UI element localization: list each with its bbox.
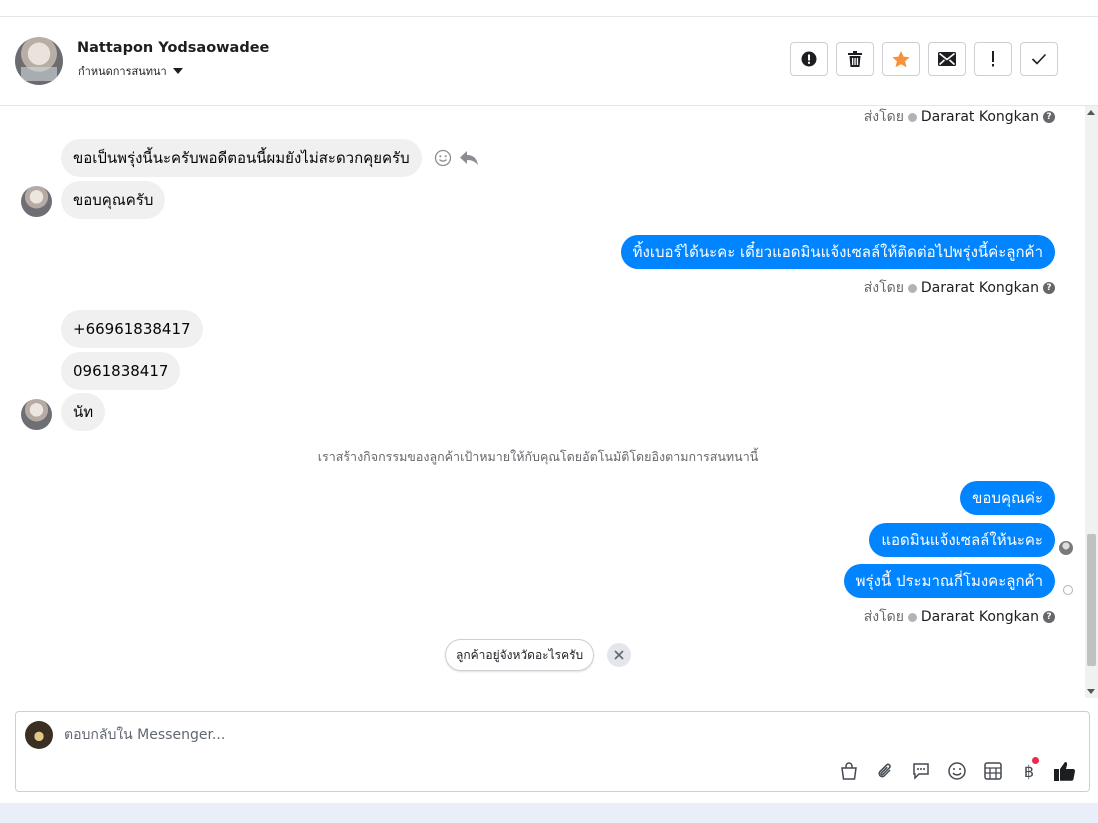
paperclip-icon[interactable] <box>873 759 897 783</box>
read-receipt-avatar <box>1059 541 1073 555</box>
envelope-icon <box>938 52 956 66</box>
reply-composer: ฿ <box>15 711 1090 792</box>
baht-icon[interactable]: ฿ <box>1017 757 1041 783</box>
sent-by-label: ส่งโดย Dararat Kongkan ? <box>864 106 1055 128</box>
message-actions <box>434 149 478 167</box>
dismiss-suggestion-button[interactable] <box>607 643 631 667</box>
emoji-icon[interactable] <box>945 759 969 783</box>
scrollbar-thumb[interactable] <box>1087 534 1096 666</box>
table-icon[interactable] <box>981 759 1005 783</box>
exclamation-icon <box>992 51 994 67</box>
contact-avatar[interactable] <box>15 37 63 85</box>
trash-icon <box>848 51 862 67</box>
assign-conversation-dropdown[interactable]: กำหนดการสนทนา <box>78 62 183 80</box>
agent-name: Dararat Kongkan <box>920 609 1039 625</box>
incoming-message[interactable]: ขอบคุณครับ <box>61 181 166 219</box>
sent-check-icon <box>907 612 917 622</box>
alert-circle-icon <box>801 51 817 67</box>
notification-dot <box>1032 757 1039 764</box>
emoji-react-icon[interactable] <box>434 149 452 167</box>
outgoing-message[interactable]: ทิ้งเบอร์ได้นะคะ เดี๋ยวแอดมินแจ้งเซลล์ให… <box>620 235 1055 269</box>
delivered-check-icon <box>1063 585 1073 595</box>
page-footer-band <box>0 803 1098 823</box>
assign-conversation-label: กำหนดการสนทนา <box>78 65 167 78</box>
contact-avatar-small <box>21 399 52 430</box>
mark-unread-button[interactable] <box>928 42 966 76</box>
suggested-reply-chip[interactable]: ลูกค้าอยู่จังหวัดอะไรครับ <box>445 639 595 671</box>
page-avatar <box>25 721 53 749</box>
done-button[interactable] <box>1020 42 1058 76</box>
outgoing-message[interactable]: พรุ่งนี้ ประมาณกี่โมงคะลูกค้า <box>843 564 1055 598</box>
help-icon[interactable]: ? <box>1043 282 1055 294</box>
help-icon[interactable]: ? <box>1043 111 1055 123</box>
shopping-bag-icon[interactable] <box>837 759 861 783</box>
contact-avatar-small <box>21 186 52 217</box>
header-toolbar <box>790 42 1058 76</box>
sent-check-icon <box>907 283 917 293</box>
outgoing-message[interactable]: แอดมินแจ้งเซลล์ให้นะคะ <box>869 523 1055 557</box>
sent-check-icon <box>907 112 917 122</box>
close-icon <box>614 650 624 660</box>
outgoing-message[interactable]: ขอบคุณค่ะ <box>960 481 1055 515</box>
incoming-message[interactable]: นัท <box>61 393 106 431</box>
system-notice: เราสร้างกิจกรรมของลูกค้าเป้าหมายให้กับคุ… <box>317 449 759 464</box>
conversation-header: Nattapon Yodsaowadee กำหนดการสนทนา <box>0 17 1098 106</box>
saved-reply-icon[interactable] <box>909 759 933 783</box>
follow-up-button[interactable] <box>974 42 1012 76</box>
checkmark-icon <box>1031 53 1047 65</box>
spam-button[interactable] <box>790 42 828 76</box>
sent-by-label: ส่งโดย Dararat Kongkan ? <box>864 606 1055 628</box>
agent-name: Dararat Kongkan <box>920 109 1039 125</box>
caret-down-icon <box>172 68 183 74</box>
thumbs-up-icon[interactable] <box>1053 759 1077 783</box>
star-button[interactable] <box>882 42 920 76</box>
reply-icon[interactable] <box>460 150 478 166</box>
scroll-up-arrow-icon[interactable] <box>1087 110 1095 115</box>
reply-input[interactable] <box>64 724 764 746</box>
agent-name: Dararat Kongkan <box>920 280 1039 296</box>
incoming-message[interactable]: ขอเป็นพรุ่งนี้นะครับพอดีตอนนี้ผมยังไม่สะ… <box>61 139 422 177</box>
scroll-down-arrow-icon[interactable] <box>1087 689 1095 694</box>
help-icon[interactable]: ? <box>1043 611 1055 623</box>
sent-by-label: ส่งโดย Dararat Kongkan ? <box>864 277 1055 299</box>
composer-toolbar: ฿ <box>837 757 1077 783</box>
incoming-message[interactable]: +66961838417 <box>61 310 203 348</box>
incoming-message[interactable]: 0961838417 <box>61 352 181 390</box>
contact-name[interactable]: Nattapon Yodsaowadee <box>77 40 269 56</box>
star-icon <box>892 50 910 67</box>
messages-scrollbar[interactable] <box>1085 106 1098 698</box>
delete-button[interactable] <box>836 42 874 76</box>
